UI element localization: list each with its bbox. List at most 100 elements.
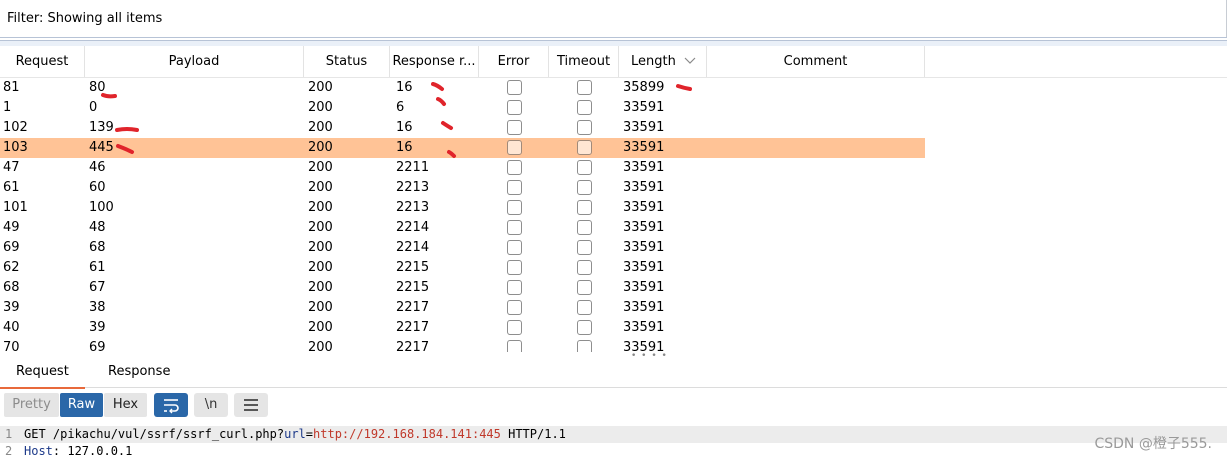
message-tabs: Request Response: [0, 356, 1227, 389]
table-row[interactable]: 39 38 200 2217 33591: [0, 298, 925, 318]
header-name: Host: [24, 444, 53, 458]
cell-response: 2214: [396, 240, 430, 255]
filter-bar[interactable]: Filter: Showing all items: [0, 0, 1227, 38]
error-checkbox: [507, 200, 522, 215]
column-request[interactable]: Request: [0, 46, 85, 77]
cell-response: 2213: [396, 180, 430, 195]
line-number: 2: [5, 444, 13, 458]
error-checkbox: [507, 220, 522, 235]
cell-request: 47: [3, 160, 20, 175]
cell-payload: 48: [89, 220, 106, 235]
cell-status: 200: [308, 80, 333, 95]
editor-line-1[interactable]: 1 GET /pikachu/vul/ssrf/ssrf_curl.php?ur…: [0, 426, 1227, 443]
table-row[interactable]: 40 39 200 2217 33591: [0, 318, 925, 338]
request-editor[interactable]: 1 GET /pikachu/vul/ssrf/ssrf_curl.php?ur…: [0, 424, 1227, 458]
hamburger-icon[interactable]: [234, 393, 268, 417]
timeout-checkbox: [577, 340, 592, 352]
cell-payload: 100: [89, 200, 114, 215]
timeout-checkbox: [577, 300, 592, 315]
error-checkbox: [507, 100, 522, 115]
cell-length: 33591: [623, 300, 665, 315]
table-row[interactable]: 49 48 200 2214 33591: [0, 218, 925, 238]
table-row[interactable]: 70 69 200 2217 33591: [0, 338, 925, 352]
hex-button[interactable]: Hex: [104, 393, 147, 417]
column-response-received[interactable]: Response r...: [390, 46, 479, 77]
tab-request-label: Request: [16, 364, 69, 379]
table-row[interactable]: 68 67 200 2215 33591: [0, 278, 925, 298]
table-row[interactable]: 81 80 200 16 35899: [0, 78, 925, 98]
cell-length: 33591: [623, 260, 665, 275]
cell-payload: 445: [89, 140, 114, 155]
cell-payload: 38: [89, 300, 106, 315]
cell-status: 200: [308, 260, 333, 275]
table-row[interactable]: 47 46 200 2211 33591: [0, 158, 925, 178]
cell-payload: 0: [89, 100, 98, 115]
timeout-checkbox: [577, 200, 592, 215]
results-table: Request Payload Status Response r... Err…: [0, 46, 1227, 352]
query-equals: =: [305, 427, 314, 441]
column-comment[interactable]: Comment: [707, 46, 925, 77]
timeout-checkbox: [577, 140, 592, 155]
raw-button[interactable]: Raw: [60, 393, 103, 417]
cell-status: 200: [308, 140, 333, 155]
cell-status: 200: [308, 120, 333, 135]
cell-length: 33591: [623, 220, 665, 235]
tab-request[interactable]: Request: [0, 356, 85, 389]
filter-text: Filter: Showing all items: [7, 11, 163, 26]
timeout-checkbox: [577, 220, 592, 235]
cell-response: 2213: [396, 200, 430, 215]
column-length-label: Length: [631, 54, 676, 69]
cell-length: 33591: [623, 200, 665, 215]
cell-payload: 69: [89, 340, 106, 352]
query-param-value: http://192.168.184.141:445: [313, 427, 501, 441]
tab-response-label: Response: [108, 364, 171, 379]
cell-request: 62: [3, 260, 20, 275]
cell-length: 33591: [623, 180, 665, 195]
column-comment-label: Comment: [783, 54, 848, 69]
tab-response[interactable]: Response: [92, 356, 186, 387]
cell-request: 61: [3, 180, 20, 195]
column-status[interactable]: Status: [304, 46, 390, 77]
column-payload[interactable]: Payload: [85, 46, 304, 77]
column-request-label: Request: [15, 54, 69, 69]
column-length[interactable]: Length: [619, 46, 707, 77]
column-payload-label: Payload: [168, 54, 220, 69]
wrap-icon[interactable]: [154, 393, 188, 417]
timeout-checkbox: [577, 180, 592, 195]
error-checkbox: [507, 280, 522, 295]
line-number: 1: [5, 427, 13, 441]
cell-length: 33591: [623, 340, 665, 352]
table-row[interactable]: 102 139 200 16 33591: [0, 118, 925, 138]
cell-status: 200: [308, 320, 333, 335]
newline-icon[interactable]: \n: [194, 393, 228, 417]
column-error[interactable]: Error: [479, 46, 549, 77]
cell-request: 102: [3, 120, 28, 135]
table-row[interactable]: 103 445 200 16 33591: [0, 138, 925, 158]
cell-status: 200: [308, 200, 333, 215]
hex-label: Hex: [112, 397, 139, 412]
table-row[interactable]: 62 61 200 2215 33591: [0, 258, 925, 278]
table-row[interactable]: 61 60 200 2213 33591: [0, 178, 925, 198]
timeout-checkbox: [577, 100, 592, 115]
request-path: /pikachu/vul/ssrf/ssrf_curl.php?: [45, 427, 285, 441]
column-timeout[interactable]: Timeout: [549, 46, 619, 77]
pretty-button[interactable]: Pretty: [4, 393, 59, 417]
cell-status: 200: [308, 180, 333, 195]
cell-payload: 68: [89, 240, 106, 255]
editor-toolbar: Pretty Raw Hex \n: [0, 390, 1227, 420]
cell-status: 200: [308, 160, 333, 175]
cell-request: 1: [3, 100, 12, 115]
table-row[interactable]: 101 100 200 2213 33591: [0, 198, 925, 218]
error-checkbox: [507, 240, 522, 255]
timeout-checkbox: [577, 280, 592, 295]
table-row[interactable]: 1 0 200 6 33591: [0, 98, 925, 118]
cell-length: 33591: [623, 240, 665, 255]
cell-response: 2214: [396, 220, 430, 235]
editor-line-2[interactable]: 2 Host: 127.0.0.1: [0, 443, 1227, 460]
host-header: Host: 127.0.0.1: [24, 443, 132, 460]
table-row[interactable]: 69 68 200 2214 33591: [0, 238, 925, 258]
cell-status: 200: [308, 240, 333, 255]
cell-status: 200: [308, 280, 333, 295]
cell-response: 2215: [396, 280, 430, 295]
column-response-label: Response r...: [392, 54, 476, 69]
